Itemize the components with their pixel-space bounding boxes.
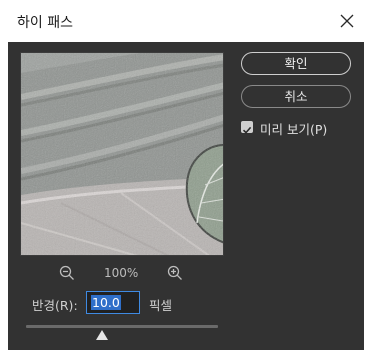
radius-unit: 픽셀 <box>149 298 173 313</box>
title-bar: 하이 패스 <box>0 0 372 42</box>
zoom-level: 100% <box>104 266 139 280</box>
zoom-in-icon[interactable] <box>167 265 183 281</box>
radius-label: 반경(R): <box>32 298 78 313</box>
radius-slider-thumb[interactable] <box>96 330 108 340</box>
dialog-body: 100% 반경(R): 10.0 픽셀 확인 취소 미리 보기(P) <box>8 42 364 350</box>
radius-value[interactable]: 10.0 <box>91 295 121 310</box>
preview-checkbox[interactable] <box>241 121 253 134</box>
radius-input[interactable]: 10.0 <box>86 291 140 314</box>
zoom-out-icon[interactable] <box>59 265 75 281</box>
dialog-title: 하이 패스 <box>17 15 73 31</box>
checkmark-icon <box>242 126 252 134</box>
close-icon[interactable] <box>339 13 355 29</box>
cancel-button[interactable]: 취소 <box>241 85 351 108</box>
ok-button[interactable]: 확인 <box>241 52 351 75</box>
high-pass-dialog: 하이 패스 100% 반경(R): 10.0 픽셀 확인 취소 미리 보기(P) <box>0 0 372 358</box>
preview-image <box>21 53 223 255</box>
radius-slider-track[interactable] <box>26 325 218 328</box>
filter-preview[interactable] <box>20 52 224 256</box>
preview-label[interactable]: 미리 보기(P) <box>260 119 327 138</box>
